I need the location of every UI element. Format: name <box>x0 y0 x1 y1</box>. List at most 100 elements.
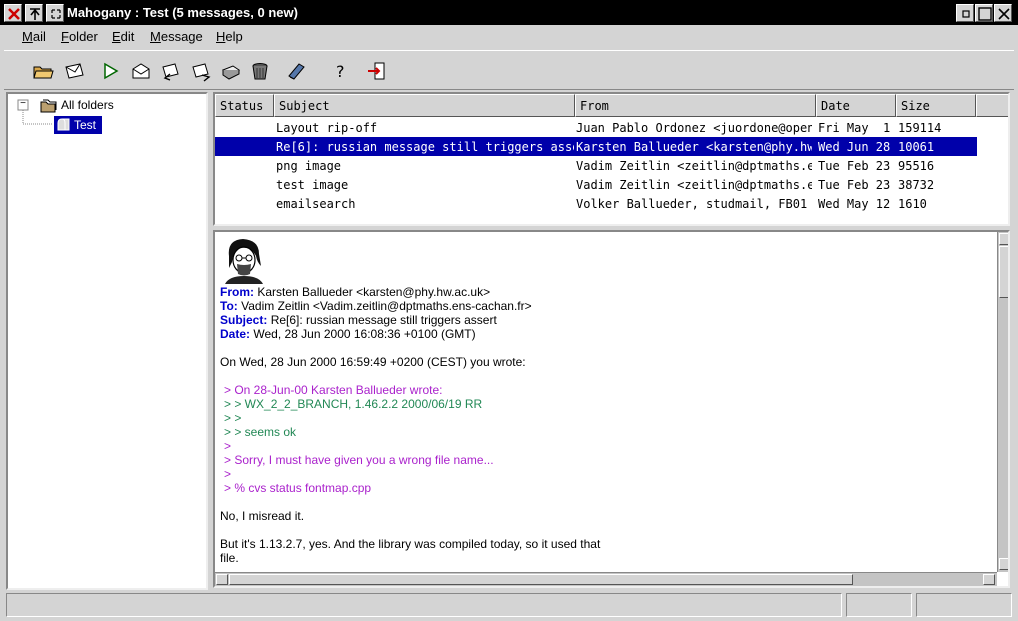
body-line: file. <box>220 551 239 565</box>
menu-bar: Mail Folder Edit Message Help <box>4 26 1014 48</box>
open-folder-icon[interactable] <box>32 60 54 82</box>
exit-icon[interactable] <box>366 60 388 82</box>
next-message-icon[interactable] <box>100 60 122 82</box>
table-row[interactable]: Layout rip-off Juan Pablo Ordonez <juord… <box>215 118 977 137</box>
header-date-label: Date: <box>220 327 251 341</box>
tree-expander[interactable]: − <box>18 99 28 109</box>
delete-icon[interactable] <box>249 60 271 82</box>
forward-icon[interactable] <box>190 60 212 82</box>
cell-date: Wed May 12 <box>818 197 891 211</box>
folder-tree[interactable]: − All folders Test <box>6 92 208 590</box>
message-list[interactable]: Status Subject From Date Size Layout rip… <box>213 92 1010 226</box>
cell-size: 1610 <box>898 197 927 211</box>
new-message-icon[interactable] <box>130 60 152 82</box>
column-header-date[interactable]: Date <box>816 94 896 117</box>
menu-edit-label: dit <box>120 29 135 44</box>
help-icon[interactable]: ? <box>330 60 352 82</box>
menu-mail-label: ail <box>32 29 46 44</box>
body-intro: On Wed, 28 Jun 2000 16:59:49 +0200 (CEST… <box>220 355 526 369</box>
title-bar: Mahogany : Test (5 messages, 0 new) <box>0 0 1018 25</box>
cell-size: 95516 <box>898 159 935 173</box>
tree-item-all-folders[interactable]: All folders <box>61 98 114 112</box>
status-main <box>6 593 842 617</box>
body-line: No, I misread it. <box>220 509 305 523</box>
cell-subject: Re[6]: russian message still triggers as… <box>276 140 574 154</box>
column-header-from[interactable]: From <box>575 94 816 117</box>
body-line: But it's 1.13.2.7, yes. And the library … <box>220 537 601 551</box>
menu-message-label: essage <box>160 29 203 44</box>
quote-line: > > seems ok <box>224 425 297 439</box>
scroll-left-icon[interactable] <box>216 574 228 585</box>
quote-line: > On 28-Jun-00 Karsten Ballueder wrote: <box>224 383 443 397</box>
tree-item-test[interactable]: Test <box>54 116 102 134</box>
scroll-down-icon[interactable] <box>999 558 1008 570</box>
quote-line: > > <box>224 411 242 425</box>
quote-line: > <box>224 467 232 481</box>
status-pane <box>916 593 1012 617</box>
shade-icon[interactable] <box>46 4 64 22</box>
sender-face-image <box>221 236 267 287</box>
menu-help-mnemonic: H <box>216 29 226 44</box>
table-row[interactable]: emailsearch Volker Ballueder, studmail, … <box>215 194 977 213</box>
window-title: Mahogany : Test (5 messages, 0 new) <box>67 5 298 20</box>
column-header-size[interactable]: Size <box>896 94 976 117</box>
status-pane <box>846 593 912 617</box>
status-bar <box>4 593 1014 617</box>
cell-from: Volker Ballueder, studmail, FB01 ‹ <box>576 197 812 211</box>
vertical-scroll-thumb[interactable] <box>999 246 1008 298</box>
vertical-scrollbar[interactable] <box>997 232 1008 572</box>
header-date-value: Wed, 28 Jun 2000 16:08:36 +0100 (GMT) <box>253 327 476 341</box>
cell-subject: png image <box>276 159 342 173</box>
close-icon[interactable] <box>4 4 22 22</box>
menu-edit-mnemonic: E <box>112 29 121 44</box>
header-to: To: Vadim Zeitlin <Vadim.zeitlin@dptmath… <box>220 299 532 313</box>
reply-icon[interactable] <box>159 60 181 82</box>
menu-folder[interactable]: Folder <box>61 29 98 44</box>
quote-line: > % cvs status fontmap.cpp <box>224 481 372 495</box>
quote-line: > Sorry, I must have given you a wrong f… <box>224 453 494 467</box>
menu-folder-mnemonic: F <box>61 29 69 44</box>
menu-message[interactable]: Message <box>150 29 203 44</box>
scroll-right-icon[interactable] <box>983 574 995 585</box>
header-from: From: Karsten Ballueder <karsten@phy.hw.… <box>220 285 490 299</box>
cell-date: Tue Feb 23 <box>818 178 891 192</box>
scroll-up-icon[interactable] <box>999 233 1008 245</box>
cell-subject: Layout rip-off <box>276 121 378 135</box>
menu-help[interactable]: Help <box>216 29 243 44</box>
maximize-icon[interactable] <box>975 4 993 22</box>
cell-date: Wed Jun 28 <box>818 140 891 154</box>
header-subject-label: Subject: <box>220 313 268 327</box>
cell-from: Karsten Ballueder <karsten@phy.hw. <box>576 140 812 154</box>
header-subject: Subject: Re[6]: russian message still tr… <box>220 313 497 327</box>
message-viewer[interactable]: From: Karsten Ballueder <karsten@phy.hw.… <box>213 230 1010 588</box>
column-header-filler <box>976 94 1008 117</box>
tree-item-test-label: Test <box>74 118 97 132</box>
column-header-status[interactable]: Status <box>215 94 274 117</box>
column-header-subject[interactable]: Subject <box>274 94 575 117</box>
horizontal-scrollbar[interactable] <box>215 572 997 586</box>
horizontal-scroll-thumb[interactable] <box>229 574 853 585</box>
stay-on-top-icon[interactable] <box>25 4 43 22</box>
cell-from: Vadim Zeitlin <zeitlin@dptmaths.er <box>576 178 812 192</box>
print-icon[interactable] <box>219 60 241 82</box>
table-row[interactable]: png image Vadim Zeitlin <zeitlin@dptmath… <box>215 156 977 175</box>
cell-size: 38732 <box>898 178 935 192</box>
menu-mail[interactable]: Mail <box>22 29 46 44</box>
quote-line: > <box>224 439 232 453</box>
header-to-value: Vadim Zeitlin <Vadim.zeitlin@dptmaths.en… <box>241 299 532 313</box>
table-row[interactable]: test image Vadim Zeitlin <zeitlin@dptmat… <box>215 175 977 194</box>
table-row-selected[interactable]: Re[6]: russian message still triggers as… <box>215 137 977 156</box>
header-date: Date: Wed, 28 Jun 2000 16:08:36 +0100 (G… <box>220 327 476 341</box>
header-to-label: To: <box>220 299 238 313</box>
close-window-icon[interactable] <box>994 4 1012 22</box>
all-folders-icon <box>39 96 57 117</box>
menu-message-mnemonic: M <box>150 29 161 44</box>
toolbar: ? <box>4 50 1014 90</box>
address-book-icon[interactable] <box>285 60 307 82</box>
header-subject-value: Re[6]: russian message still triggers as… <box>270 313 497 327</box>
header-from-label: From: <box>220 285 254 299</box>
menu-edit[interactable]: Edit <box>112 29 134 44</box>
cell-size: 159114 <box>898 121 942 135</box>
minimize-icon[interactable] <box>956 4 974 22</box>
compose-icon[interactable] <box>63 60 85 82</box>
